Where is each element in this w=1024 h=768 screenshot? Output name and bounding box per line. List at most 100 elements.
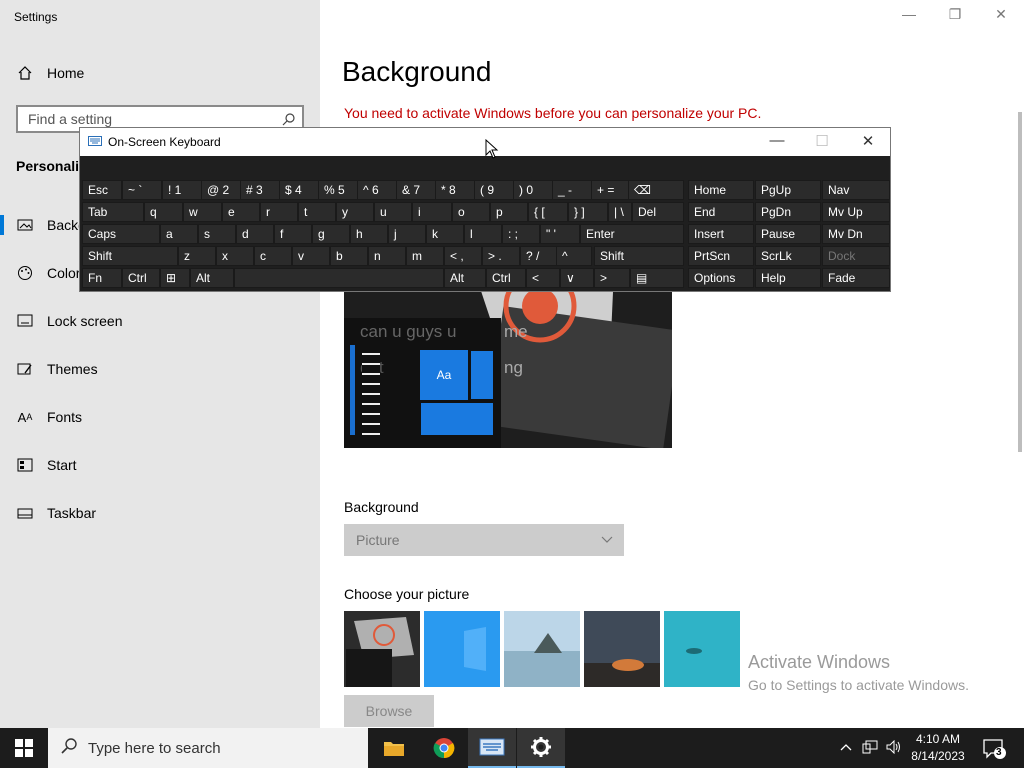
osk-key[interactable]: ^ 6 <box>357 180 397 200</box>
system-clock[interactable]: 4:10 AM 8/14/2023 <box>906 731 970 765</box>
osk-key[interactable]: " ' <box>540 224 580 244</box>
start-button[interactable] <box>0 728 48 768</box>
osk-key[interactable]: m <box>406 246 444 266</box>
osk-key[interactable]: n <box>368 246 406 266</box>
osk-key[interactable]: ScrLk <box>755 246 821 266</box>
taskbar-chrome[interactable] <box>420 728 468 768</box>
osk-key[interactable]: y <box>336 202 374 222</box>
osk-key[interactable]: } ] <box>568 202 608 222</box>
osk-key[interactable]: : ; <box>502 224 540 244</box>
osk-key[interactable]: Shift <box>82 246 178 266</box>
osk-key[interactable]: a <box>160 224 198 244</box>
osk-key[interactable]: ⊞ <box>160 268 190 288</box>
osk-key[interactable]: Enter <box>580 224 684 244</box>
taskbar-search-box[interactable]: Type here to search <box>48 728 368 768</box>
osk-key[interactable]: * 8 <box>435 180 475 200</box>
osk-key[interactable]: PgUp <box>755 180 821 200</box>
taskbar-settings[interactable] <box>517 728 565 768</box>
osk-key[interactable]: Esc <box>82 180 122 200</box>
osk-key[interactable]: j <box>388 224 426 244</box>
browse-button[interactable]: Browse <box>344 695 434 727</box>
osk-key[interactable]: ( 9 <box>474 180 514 200</box>
osk-key[interactable]: Caps <box>82 224 160 244</box>
background-type-dropdown[interactable]: Picture <box>344 524 624 556</box>
osk-key[interactable]: Help <box>755 268 821 288</box>
osk-key[interactable]: ! 1 <box>162 180 202 200</box>
restore-button[interactable]: ❐ <box>943 6 967 26</box>
osk-key[interactable]: < <box>526 268 560 288</box>
nav-start[interactable]: Start <box>0 445 320 485</box>
osk-key[interactable]: x <box>216 246 254 266</box>
nav-lock-screen[interactable]: Lock screen <box>0 301 320 341</box>
picture-thumbnail-4[interactable] <box>584 611 660 687</box>
osk-key[interactable]: o <box>452 202 490 222</box>
taskbar-on-screen-keyboard[interactable] <box>468 728 516 768</box>
osk-key[interactable]: Shift <box>594 246 684 266</box>
osk-key[interactable]: z <box>178 246 216 266</box>
osk-key[interactable]: < , <box>444 246 482 266</box>
osk-key[interactable]: Options <box>688 268 754 288</box>
osk-key[interactable]: k <box>426 224 464 244</box>
osk-key[interactable]: q <box>144 202 183 222</box>
osk-key[interactable]: Nav <box>822 180 890 200</box>
main-scrollbar[interactable] <box>1018 112 1022 452</box>
nav-home[interactable]: Home <box>0 53 320 93</box>
osk-key[interactable]: r <box>260 202 298 222</box>
osk-key[interactable]: w <box>183 202 222 222</box>
osk-key[interactable]: l <box>464 224 502 244</box>
osk-key[interactable]: Alt <box>190 268 234 288</box>
osk-key[interactable]: ~ ` <box>122 180 162 200</box>
osk-close-button[interactable]: ✕ <box>856 132 880 152</box>
osk-key[interactable]: h <box>350 224 388 244</box>
osk-minimize-button[interactable]: — <box>765 132 789 152</box>
volume-icon[interactable] <box>886 739 902 757</box>
osk-key[interactable]: Insert <box>688 224 754 244</box>
osk-key[interactable]: ? / <box>520 246 558 266</box>
osk-key[interactable]: _ - <box>552 180 592 200</box>
osk-key[interactable]: Fade <box>822 268 890 288</box>
osk-key[interactable]: v <box>292 246 330 266</box>
osk-key[interactable]: Del <box>632 202 684 222</box>
picture-thumbnail-1[interactable] <box>344 611 420 687</box>
nav-fonts[interactable]: AA Fonts <box>0 397 320 437</box>
osk-key[interactable]: $ 4 <box>279 180 319 200</box>
osk-key[interactable]: { [ <box>528 202 568 222</box>
osk-key[interactable]: c <box>254 246 292 266</box>
osk-key[interactable]: + = <box>591 180 631 200</box>
osk-key[interactable]: ∨ <box>560 268 594 288</box>
osk-key[interactable]: & 7 <box>396 180 436 200</box>
osk-key[interactable]: Dock <box>822 246 890 266</box>
minimize-button[interactable]: — <box>897 6 921 26</box>
osk-key[interactable]: f <box>274 224 312 244</box>
action-center-button[interactable]: 3 <box>982 738 1006 763</box>
osk-maximize-button[interactable]: ☐ <box>810 132 834 152</box>
osk-key[interactable]: ^ <box>556 246 592 266</box>
chevron-up-icon[interactable] <box>839 740 853 757</box>
taskbar-file-explorer[interactable] <box>370 728 418 768</box>
osk-key[interactable]: Pause <box>755 224 821 244</box>
osk-key[interactable]: Fn <box>82 268 122 288</box>
osk-key[interactable]: Mv Up <box>822 202 890 222</box>
osk-key[interactable]: ▤ <box>630 268 684 288</box>
osk-key[interactable]: @ 2 <box>201 180 241 200</box>
osk-key[interactable]: i <box>412 202 452 222</box>
osk-key[interactable]: s <box>198 224 236 244</box>
osk-key[interactable]: Alt <box>444 268 486 288</box>
close-button[interactable]: ✕ <box>989 6 1013 26</box>
osk-key[interactable]: d <box>236 224 274 244</box>
picture-thumbnail-3[interactable] <box>504 611 580 687</box>
osk-key[interactable]: u <box>374 202 412 222</box>
osk-key[interactable]: Mv Dn <box>822 224 890 244</box>
osk-key[interactable]: Home <box>688 180 754 200</box>
osk-key[interactable]: PrtScn <box>688 246 754 266</box>
osk-key[interactable]: b <box>330 246 368 266</box>
osk-key[interactable]: > . <box>482 246 520 266</box>
osk-key[interactable]: Tab <box>82 202 144 222</box>
osk-key[interactable]: Ctrl <box>122 268 160 288</box>
picture-thumbnail-2[interactable] <box>424 611 500 687</box>
picture-thumbnail-5[interactable] <box>664 611 740 687</box>
osk-key[interactable]: PgDn <box>755 202 821 222</box>
osk-key[interactable]: ) 0 <box>513 180 553 200</box>
network-icon[interactable] <box>862 740 878 757</box>
osk-key[interactable]: End <box>688 202 754 222</box>
